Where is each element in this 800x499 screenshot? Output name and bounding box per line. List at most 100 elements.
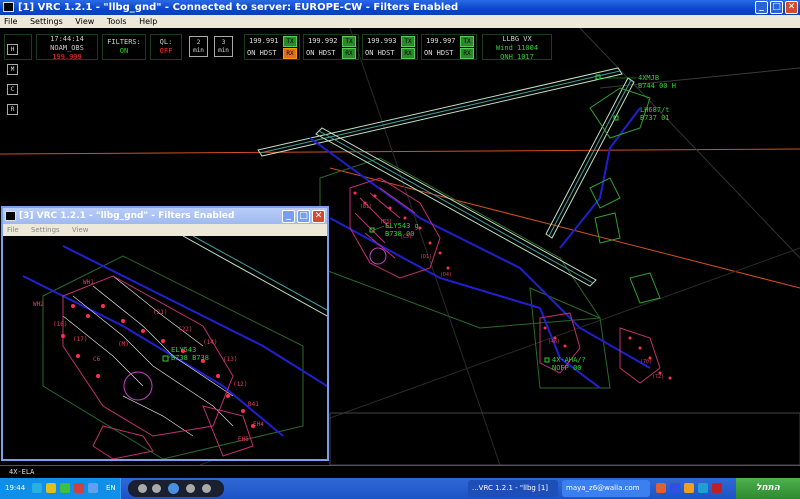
svg-text:(21): (21)	[153, 309, 167, 316]
sub-radar-window[interactable]: [3] VRC 1.2.1 - "llbg_gnd" - Filters Ena…	[1, 206, 329, 461]
svg-text:EH4: EH4	[253, 421, 264, 428]
tx-button[interactable]: TX	[283, 36, 297, 47]
filters-value: ON	[119, 47, 129, 55]
taxiway	[309, 137, 651, 369]
volume-icon[interactable]	[46, 483, 56, 493]
sub-menu-file[interactable]: File	[7, 226, 19, 234]
svg-text:(14): (14)	[203, 339, 217, 346]
command-line[interactable]: 4X-ELA	[0, 465, 800, 479]
terminal-roundabout	[369, 247, 387, 265]
terminal-roundabout	[123, 371, 153, 401]
taskbar-item-messenger[interactable]: maya_z6@walla.com	[562, 480, 650, 497]
sub-close-button[interactable]: ✕	[312, 210, 325, 223]
runway-12-30	[182, 236, 327, 317]
svg-text:(M): (M)	[118, 341, 129, 348]
quicklaunch-icon[interactable]	[670, 483, 680, 493]
next-icon[interactable]	[186, 484, 195, 493]
sub-maximize-button[interactable]: □	[297, 210, 310, 223]
sub-window-title-bar[interactable]: [3] VRC 1.2.1 - "llbg_gnd" - Filters Ena…	[3, 208, 327, 224]
ql-label: QL:	[159, 38, 173, 46]
stand-markers	[61, 304, 255, 428]
timer-3min-button[interactable]: 3 min	[214, 36, 233, 57]
svg-text:(17): (17)	[73, 336, 87, 343]
update-icon[interactable]	[88, 483, 98, 493]
svg-text:B41: B41	[248, 401, 259, 408]
svg-text:(B1): (B1)	[360, 204, 372, 210]
svg-text:(22): (22)	[178, 326, 192, 333]
rx-button[interactable]: RX	[460, 48, 474, 59]
datablock-ely543-callsign[interactable]: ELY543 g	[385, 222, 419, 230]
antivirus-icon[interactable]	[74, 483, 84, 493]
rx-button[interactable]: RX	[342, 48, 356, 59]
menu-file[interactable]: File	[4, 17, 17, 26]
frequency-mode: ON HDST	[424, 49, 454, 57]
datablock-4xmjb-callsign[interactable]: 4XMJB	[638, 74, 659, 82]
sub-window-title: [3] VRC 1.2.1 - "llbg_gnd" - Filters Ena…	[19, 211, 235, 221]
svg-text:EH5: EH5	[238, 436, 249, 443]
tx-button[interactable]: TX	[342, 36, 356, 47]
stand-labels: WH1 WH2 (16) (17) (21) (22) (14) (13) (12) B41…	[33, 279, 264, 443]
menu-help[interactable]: Help	[139, 17, 157, 26]
language-indicator[interactable]: EN	[106, 484, 116, 492]
sub-datablock-ely543-callsign[interactable]: ELY543	[171, 346, 196, 354]
main-window-title: [1] VRC 1.2.1 - "llbg_gnd" - Connected t…	[18, 2, 459, 13]
frequency-panel-1: 199.991 ON HDST TX RX	[244, 34, 300, 60]
previous-icon[interactable]	[152, 484, 161, 493]
tx-button[interactable]: TX	[401, 36, 415, 47]
maximize-button[interactable]: □	[770, 1, 783, 14]
messenger-icon[interactable]	[60, 483, 70, 493]
menu-view[interactable]: View	[75, 17, 94, 26]
svg-text:(72): (72)	[652, 374, 664, 380]
quicklaunch-icon[interactable]	[712, 483, 722, 493]
quicklaunch-icon[interactable]	[684, 483, 694, 493]
rx-button[interactable]: RX	[283, 48, 297, 59]
menu-tools[interactable]: Tools	[107, 17, 127, 26]
datablock-ely543-info: B738 00	[385, 230, 415, 238]
main-title-bar[interactable]: [1] VRC 1.2.1 - "llbg_gnd" - Connected t…	[0, 0, 800, 15]
primary-frequency: 199.999	[52, 53, 82, 61]
svg-text:WH1: WH1	[83, 279, 94, 286]
mute-icon[interactable]	[202, 484, 211, 493]
sub-radar-scope[interactable]: WH1 WH2 (16) (17) (21) (22) (14) (13) (12) B41…	[3, 236, 327, 459]
sub-minimize-button[interactable]: _	[282, 210, 295, 223]
minimize-button[interactable]: _	[755, 1, 768, 14]
filters-label: FILTERS:	[107, 38, 141, 46]
svg-text:C6: C6	[93, 356, 101, 363]
hud-button-c[interactable]: C	[7, 84, 18, 95]
network-icon[interactable]	[32, 483, 42, 493]
windows-taskbar: 19:44 EN ...VRC 1.2.1 - "llbg [1] maya_z…	[0, 478, 800, 499]
timer-3-value: 3	[221, 39, 226, 46]
sub-menu-view[interactable]: View	[72, 226, 89, 234]
timer-2min-button[interactable]: 2 min	[189, 36, 208, 57]
ql-panel[interactable]: QL: OFF	[150, 34, 182, 60]
filters-panel[interactable]: FILTERS: ON	[102, 34, 146, 60]
aircraft-target[interactable]	[544, 357, 550, 363]
taskbar-clock[interactable]: 19:44	[5, 484, 25, 492]
taskbar-item-vrc[interactable]: ...VRC 1.2.1 - "llbg [1]	[468, 480, 558, 497]
menu-settings[interactable]: Settings	[30, 17, 63, 26]
frequency-mode: ON HDST	[247, 49, 277, 57]
frequency-mode: ON HDST	[365, 49, 395, 57]
svg-text:(12): (12)	[233, 381, 247, 388]
stop-icon[interactable]	[138, 484, 147, 493]
hud-button-m[interactable]: M	[7, 64, 18, 75]
start-button[interactable]: התחל	[736, 478, 800, 499]
sub-menu-settings[interactable]: Settings	[31, 226, 60, 234]
play-icon[interactable]	[168, 483, 179, 494]
timer-2-unit: min	[193, 47, 204, 54]
datablock-lh687-callsign[interactable]: LH687/t	[640, 106, 670, 114]
tx-button[interactable]: TX	[460, 36, 474, 47]
close-button[interactable]: ✕	[785, 1, 798, 14]
rx-button[interactable]: RX	[401, 48, 415, 59]
hud-button-r[interactable]: R	[7, 104, 18, 115]
quicklaunch-icon[interactable]	[698, 483, 708, 493]
ground-area-outline	[329, 412, 800, 465]
runway-centerline	[0, 148, 800, 155]
aircraft-target[interactable]	[162, 355, 169, 362]
svg-text:(13): (13)	[223, 356, 237, 363]
svg-text:WH2: WH2	[33, 301, 44, 308]
quicklaunch-icon[interactable]	[656, 483, 666, 493]
hud-button-h[interactable]: H	[7, 44, 18, 55]
svg-text:(16): (16)	[53, 321, 67, 328]
datablock-4xaha-callsign[interactable]: 4X-AHA/?	[552, 356, 586, 364]
